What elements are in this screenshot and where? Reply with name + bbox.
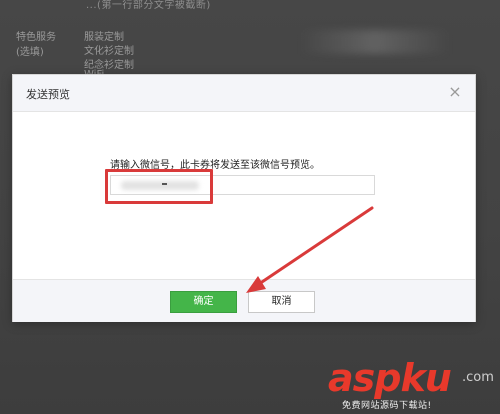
watermark-brand-main: asp <box>328 356 401 400</box>
watermark-tld: .com <box>462 370 494 385</box>
watermark-tagline: 免费网站源码下载站! <box>342 401 432 411</box>
watermark-logo: aspku <box>328 356 452 400</box>
watermark-brand-ku: ku <box>400 356 451 400</box>
site-watermark: aspku .com 免费网站源码下载站! <box>328 358 498 412</box>
annotation-arrow <box>246 206 374 293</box>
arrow-head <box>246 276 266 293</box>
arrow-shaft <box>254 206 374 288</box>
